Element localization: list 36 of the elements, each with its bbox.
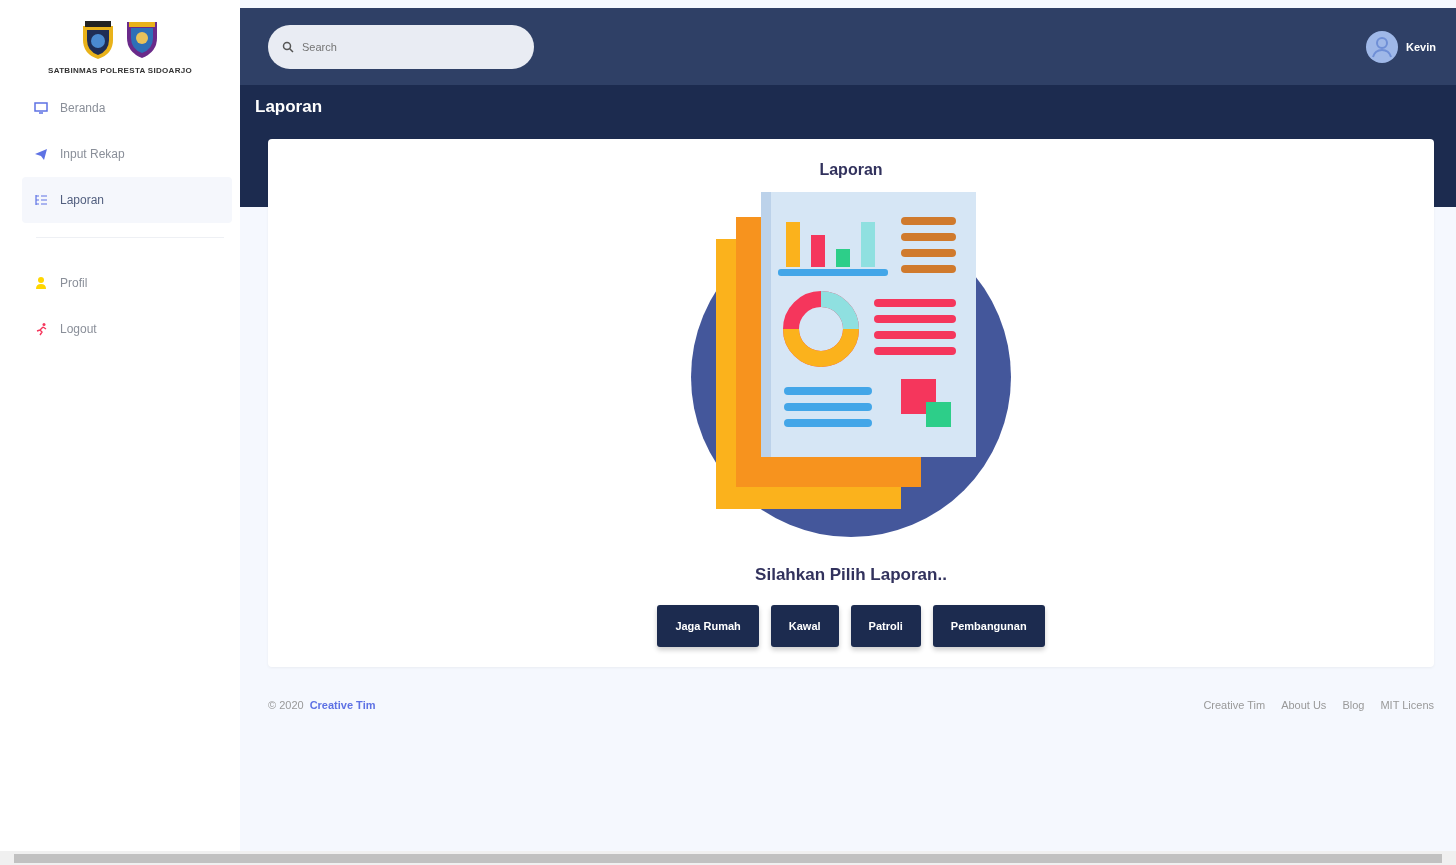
footer-brand-link[interactable]: Creative Tim: [309, 699, 376, 711]
sidebar-label: Input Rekap: [60, 147, 125, 161]
sidebar-item[interactable]: Laporan: [22, 177, 232, 223]
shield-emblem-icon: [125, 20, 159, 60]
sidebar-label: Beranda: [60, 101, 106, 115]
footer-link[interactable]: About Us: [1281, 699, 1327, 711]
sidebar-label: Profil: [60, 276, 88, 290]
logo-caption: SATBINMAS POLRESTA SIDOARJO: [48, 66, 192, 75]
scrollbar-thumb[interactable]: [14, 853, 1442, 863]
report-button[interactable]: Patroli: [850, 605, 921, 647]
footer-link[interactable]: Blog: [1342, 699, 1365, 711]
sidebar-label: Laporan: [60, 193, 105, 207]
paper-plane-icon: [34, 147, 48, 161]
sidebar-item[interactable]: Beranda: [22, 85, 232, 131]
copyright-text: © 2020: [268, 699, 304, 711]
card-title: Laporan: [819, 161, 883, 179]
avatar-icon[interactable]: [1366, 30, 1399, 63]
horizontal-scrollbar[interactable]: [0, 851, 1456, 865]
person-icon: [34, 276, 48, 290]
report-button[interactable]: Jaga Rumah: [657, 605, 759, 647]
sidebar-label: Logout: [60, 322, 97, 336]
prompt-text: Silahkan Pilih Laporan..: [755, 565, 947, 585]
user-name[interactable]: Kevin: [1406, 40, 1436, 53]
page-title: Laporan: [255, 97, 324, 117]
sidebar-item[interactable]: Input Rekap: [22, 131, 232, 177]
running-figure-icon: [34, 322, 48, 336]
report-button[interactable]: Pembangunan: [932, 605, 1045, 647]
sidebar-item[interactable]: Logout: [22, 306, 232, 352]
report-button[interactable]: Kawal: [770, 605, 839, 647]
footer-link[interactable]: Creative Tim: [1203, 699, 1266, 711]
search-field[interactable]: Search: [268, 24, 534, 69]
police-emblem-icon: [81, 20, 115, 60]
list-icon: [34, 193, 48, 207]
footer-link[interactable]: MIT Licens: [1380, 699, 1434, 711]
sidebar-item[interactable]: Profil: [22, 260, 232, 306]
monitor-icon: [34, 101, 48, 115]
